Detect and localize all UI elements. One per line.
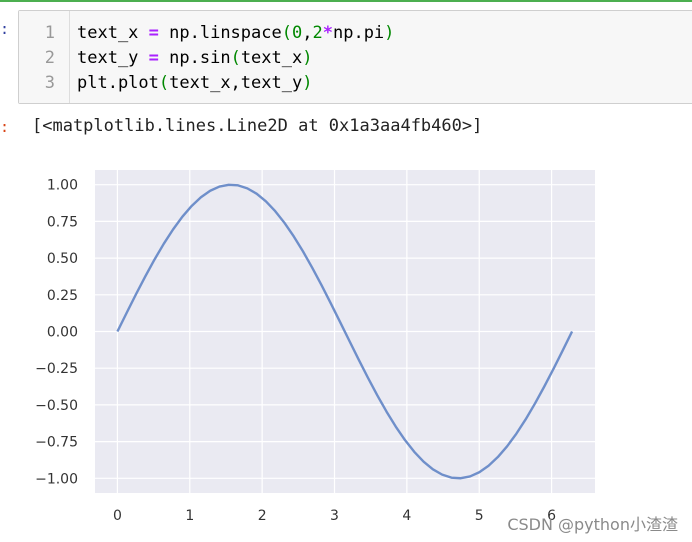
code-line[interactable]: text_x = np.linspace(0,2*np.pi) (77, 21, 394, 46)
code-token: = (148, 23, 159, 43)
code-token: ( (158, 73, 170, 93)
code-token: np.sin (158, 48, 231, 68)
y-tick-label: 0.75 (47, 214, 78, 230)
cell-top-accent (0, 0, 692, 2)
y-tick-label: −0.75 (35, 435, 78, 451)
code-token: text_x (240, 48, 303, 68)
code-token: 2 (312, 23, 323, 43)
y-tick-label: 0.00 (47, 325, 78, 341)
x-tick-label: 5 (475, 508, 484, 524)
y-tick-label: −0.25 (35, 361, 78, 377)
code-line[interactable]: text_y = np.sin(text_x) (77, 46, 312, 71)
output-prompt: : (0, 118, 10, 136)
y-tick-label: −0.50 (35, 398, 78, 414)
code-line[interactable]: plt.plot(text_x,text_y) (77, 71, 312, 96)
x-tick-label: 1 (185, 508, 194, 524)
input-prompt: : (0, 20, 10, 38)
x-tick-label: 0 (113, 508, 122, 524)
y-tick-label: 0.50 (47, 251, 78, 267)
line-number: 1 (44, 23, 55, 43)
y-tick-label: −1.00 (35, 471, 78, 487)
output-text: [<matplotlib.lines.Line2D at 0x1a3aa4fb4… (32, 116, 483, 136)
line-number-gutter: 1 2 3 (19, 11, 70, 103)
x-tick-label: 3 (330, 508, 339, 524)
code-token: = (148, 48, 159, 68)
code-token: ) (302, 73, 313, 93)
code-token: np.linspace (158, 23, 282, 43)
x-tick-label: 2 (258, 508, 267, 524)
code-token: ( (281, 23, 292, 43)
code-token: ( (230, 48, 241, 68)
code-token: ) (384, 23, 395, 43)
y-tick-label: 0.25 (47, 288, 78, 304)
sine-line-chart: 0 1 2 3 4 5 61.000.750.500.250.00−0.25−0.50−0.… (35, 170, 595, 524)
code-token: np.pi (332, 23, 385, 43)
y-tick-label: 1.00 (47, 178, 78, 194)
code-token: text_y (77, 48, 149, 68)
csdn-watermark: CSDN @python小渣渣 (507, 515, 678, 534)
code-token: , (302, 23, 313, 43)
line-number: 2 (44, 48, 55, 68)
code-token: * (322, 23, 333, 43)
code-token: 0 (291, 23, 303, 43)
code-token: ) (302, 48, 313, 68)
code-cell[interactable]: 1 2 3 text_x = np.linspace(0,2*np.pi) te… (18, 10, 692, 104)
x-tick-label: 4 (402, 508, 411, 524)
code-token: plt.plot (77, 73, 159, 93)
line-number: 3 (44, 73, 55, 93)
code-token: text_x,text_y (169, 73, 303, 93)
code-token: text_x (77, 23, 149, 43)
